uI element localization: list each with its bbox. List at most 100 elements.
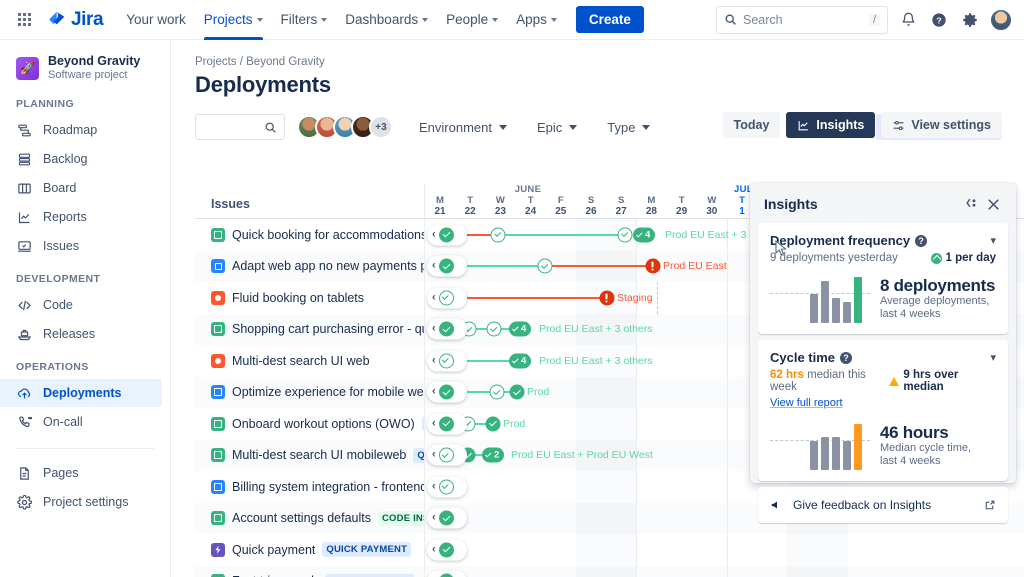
nav-projects[interactable]: Projects — [195, 0, 272, 40]
deployment-node[interactable] — [646, 259, 661, 274]
filter-epic[interactable]: Epic — [533, 114, 581, 140]
notifications-icon[interactable] — [897, 9, 919, 31]
issue-cell[interactable]: Fast trip searchQUICK PAYMENT — [195, 566, 425, 577]
breadcrumb[interactable]: Projects / Beyond Gravity — [171, 40, 1024, 68]
table-row[interactable]: Fast trip searchQUICK PAYMENT‹ — [195, 566, 1024, 577]
jira-logo[interactable]: Jira — [48, 9, 103, 31]
insights-feedback-card[interactable]: Give feedback on Insights — [758, 487, 1008, 523]
deployment-track[interactable]: ‹ — [425, 566, 1024, 577]
sidebar-item-project-settings[interactable]: Project settings — [0, 488, 162, 516]
deployment-count-pill[interactable]: 4 — [509, 322, 531, 337]
issue-cell[interactable]: Billing system integration - frontendQUI… — [195, 471, 425, 503]
chevron-left-icon[interactable]: ‹ — [432, 481, 436, 492]
deployment-status-icon[interactable] — [439, 259, 454, 274]
view-full-report-link[interactable]: View full report — [770, 397, 843, 409]
sidebar-item-board[interactable]: Board — [0, 174, 162, 202]
timeline-scroll-left-chip[interactable]: ‹ — [427, 508, 467, 529]
issue-cell[interactable]: Account settings defaultsCODE INSIGHTS — [195, 503, 425, 535]
deployment-status-icon[interactable] — [491, 227, 506, 242]
issue-cell[interactable]: Multi-dest search UI web — [195, 345, 425, 377]
sidebar-item-releases[interactable]: Releases — [0, 320, 162, 348]
chevron-left-icon[interactable]: ‹ — [432, 324, 436, 335]
deployment-track[interactable]: ‹ — [425, 534, 1024, 566]
issue-cell[interactable]: Quick booking for accommodationsQUICK BO… — [195, 219, 425, 251]
issue-search-input[interactable] — [195, 114, 285, 140]
deployment-status-icon[interactable] — [490, 385, 505, 400]
chevron-left-icon[interactable]: ‹ — [432, 292, 436, 303]
sidebar-item-reports[interactable]: Reports — [0, 203, 162, 231]
timeline-scroll-left-chip[interactable]: ‹ — [427, 350, 467, 371]
chevron-left-icon[interactable]: ‹ — [432, 450, 436, 461]
chevron-down-icon[interactable]: ▾ — [990, 351, 996, 364]
deployment-status-icon[interactable] — [439, 448, 454, 463]
issue-cell[interactable]: Fluid booking on tablets — [195, 282, 425, 314]
deployment-status-icon[interactable] — [646, 259, 661, 274]
deployment-status-icon[interactable] — [439, 290, 454, 305]
timeline-scroll-left-chip[interactable]: ‹ — [427, 571, 467, 577]
project-header[interactable]: Beyond Gravity Software project — [0, 54, 170, 82]
deployment-count-pill[interactable]: 4 — [633, 227, 655, 242]
deployment-node[interactable] — [487, 322, 502, 337]
issue-cell[interactable]: Shopping cart purchasing error - quick f… — [195, 314, 425, 346]
chevron-left-icon[interactable]: ‹ — [432, 261, 436, 272]
timeline-scroll-left-chip[interactable]: ‹ — [427, 445, 467, 466]
table-row[interactable]: Quick paymentQUICK PAYMENT‹ — [195, 534, 1024, 566]
issue-cell[interactable]: Adapt web app no new payments provider — [195, 251, 425, 283]
assignee-avatar-group[interactable]: +3 — [297, 115, 393, 139]
deployment-status-icon[interactable] — [439, 385, 454, 400]
chevron-left-icon[interactable]: ‹ — [432, 355, 436, 366]
global-search-input[interactable]: Search / — [716, 6, 888, 34]
deployment-node[interactable] — [486, 416, 501, 431]
deployment-node[interactable] — [538, 259, 553, 274]
today-button[interactable]: Today — [723, 112, 781, 138]
deployment-status-icon[interactable] — [439, 511, 454, 526]
help-icon[interactable]: ? — [840, 352, 852, 364]
sidebar-item-backlog[interactable]: Backlog — [0, 145, 162, 173]
nav-filters[interactable]: Filters — [272, 0, 337, 40]
chevron-left-icon[interactable]: ‹ — [432, 513, 436, 524]
close-icon[interactable] — [982, 193, 1004, 215]
app-switcher-icon[interactable] — [12, 8, 36, 32]
chevron-left-icon[interactable]: ‹ — [432, 387, 436, 398]
chevron-left-icon[interactable]: ‹ — [432, 544, 436, 555]
settings-gear-icon[interactable] — [959, 9, 981, 31]
avatar-overflow-count[interactable]: +3 — [369, 115, 393, 139]
deployment-node[interactable] — [490, 385, 505, 400]
sidebar-item-issues[interactable]: Issues — [0, 232, 162, 260]
chevron-down-icon[interactable]: ▾ — [990, 234, 996, 247]
timeline-scroll-left-chip[interactable]: ‹ — [427, 476, 467, 497]
deployment-status-icon[interactable] — [439, 542, 454, 557]
user-avatar[interactable] — [990, 9, 1012, 31]
sidebar-item-pages[interactable]: Pages — [0, 459, 162, 487]
chevron-left-icon[interactable]: ‹ — [432, 418, 436, 429]
chevron-left-icon[interactable]: ‹ — [432, 229, 436, 240]
expand-icon[interactable] — [960, 193, 982, 215]
deployment-status-icon[interactable] — [486, 416, 501, 431]
deployment-status-icon[interactable] — [439, 479, 454, 494]
deployment-status-icon[interactable] — [510, 385, 525, 400]
sidebar-item-deployments[interactable]: Deployments — [0, 379, 162, 407]
timeline-scroll-left-chip[interactable]: ‹ — [427, 539, 467, 560]
deployment-status-icon[interactable] — [618, 227, 633, 242]
deployment-status-icon[interactable] — [439, 353, 454, 368]
issue-cell[interactable]: Onboard workout options (OWO)QUICK INSIG… — [195, 408, 425, 440]
sidebar-item-on-call[interactable]: On-call — [0, 408, 162, 436]
deployment-node[interactable] — [600, 290, 615, 305]
timeline-scroll-left-chip[interactable]: ‹ — [427, 256, 467, 277]
deployment-count-pill[interactable]: 2 — [482, 448, 504, 463]
deployment-node[interactable] — [618, 227, 633, 242]
deployment-status-icon[interactable] — [439, 227, 454, 242]
create-button[interactable]: Create — [576, 6, 644, 33]
deployment-status-icon[interactable] — [439, 322, 454, 337]
sidebar-item-roadmap[interactable]: Roadmap — [0, 116, 162, 144]
insights-button[interactable]: Insights — [786, 112, 875, 138]
deployment-status-icon[interactable] — [600, 290, 615, 305]
help-icon[interactable]: ? — [915, 235, 927, 247]
nav-your-work[interactable]: Your work — [117, 0, 195, 40]
sidebar-item-code[interactable]: Code — [0, 291, 162, 319]
timeline-scroll-left-chip[interactable]: ‹ — [427, 287, 467, 308]
deployment-status-icon[interactable] — [538, 259, 553, 274]
help-icon[interactable]: ? — [928, 9, 950, 31]
nav-people[interactable]: People — [437, 0, 507, 40]
timeline-scroll-left-chip[interactable]: ‹ — [427, 413, 467, 434]
